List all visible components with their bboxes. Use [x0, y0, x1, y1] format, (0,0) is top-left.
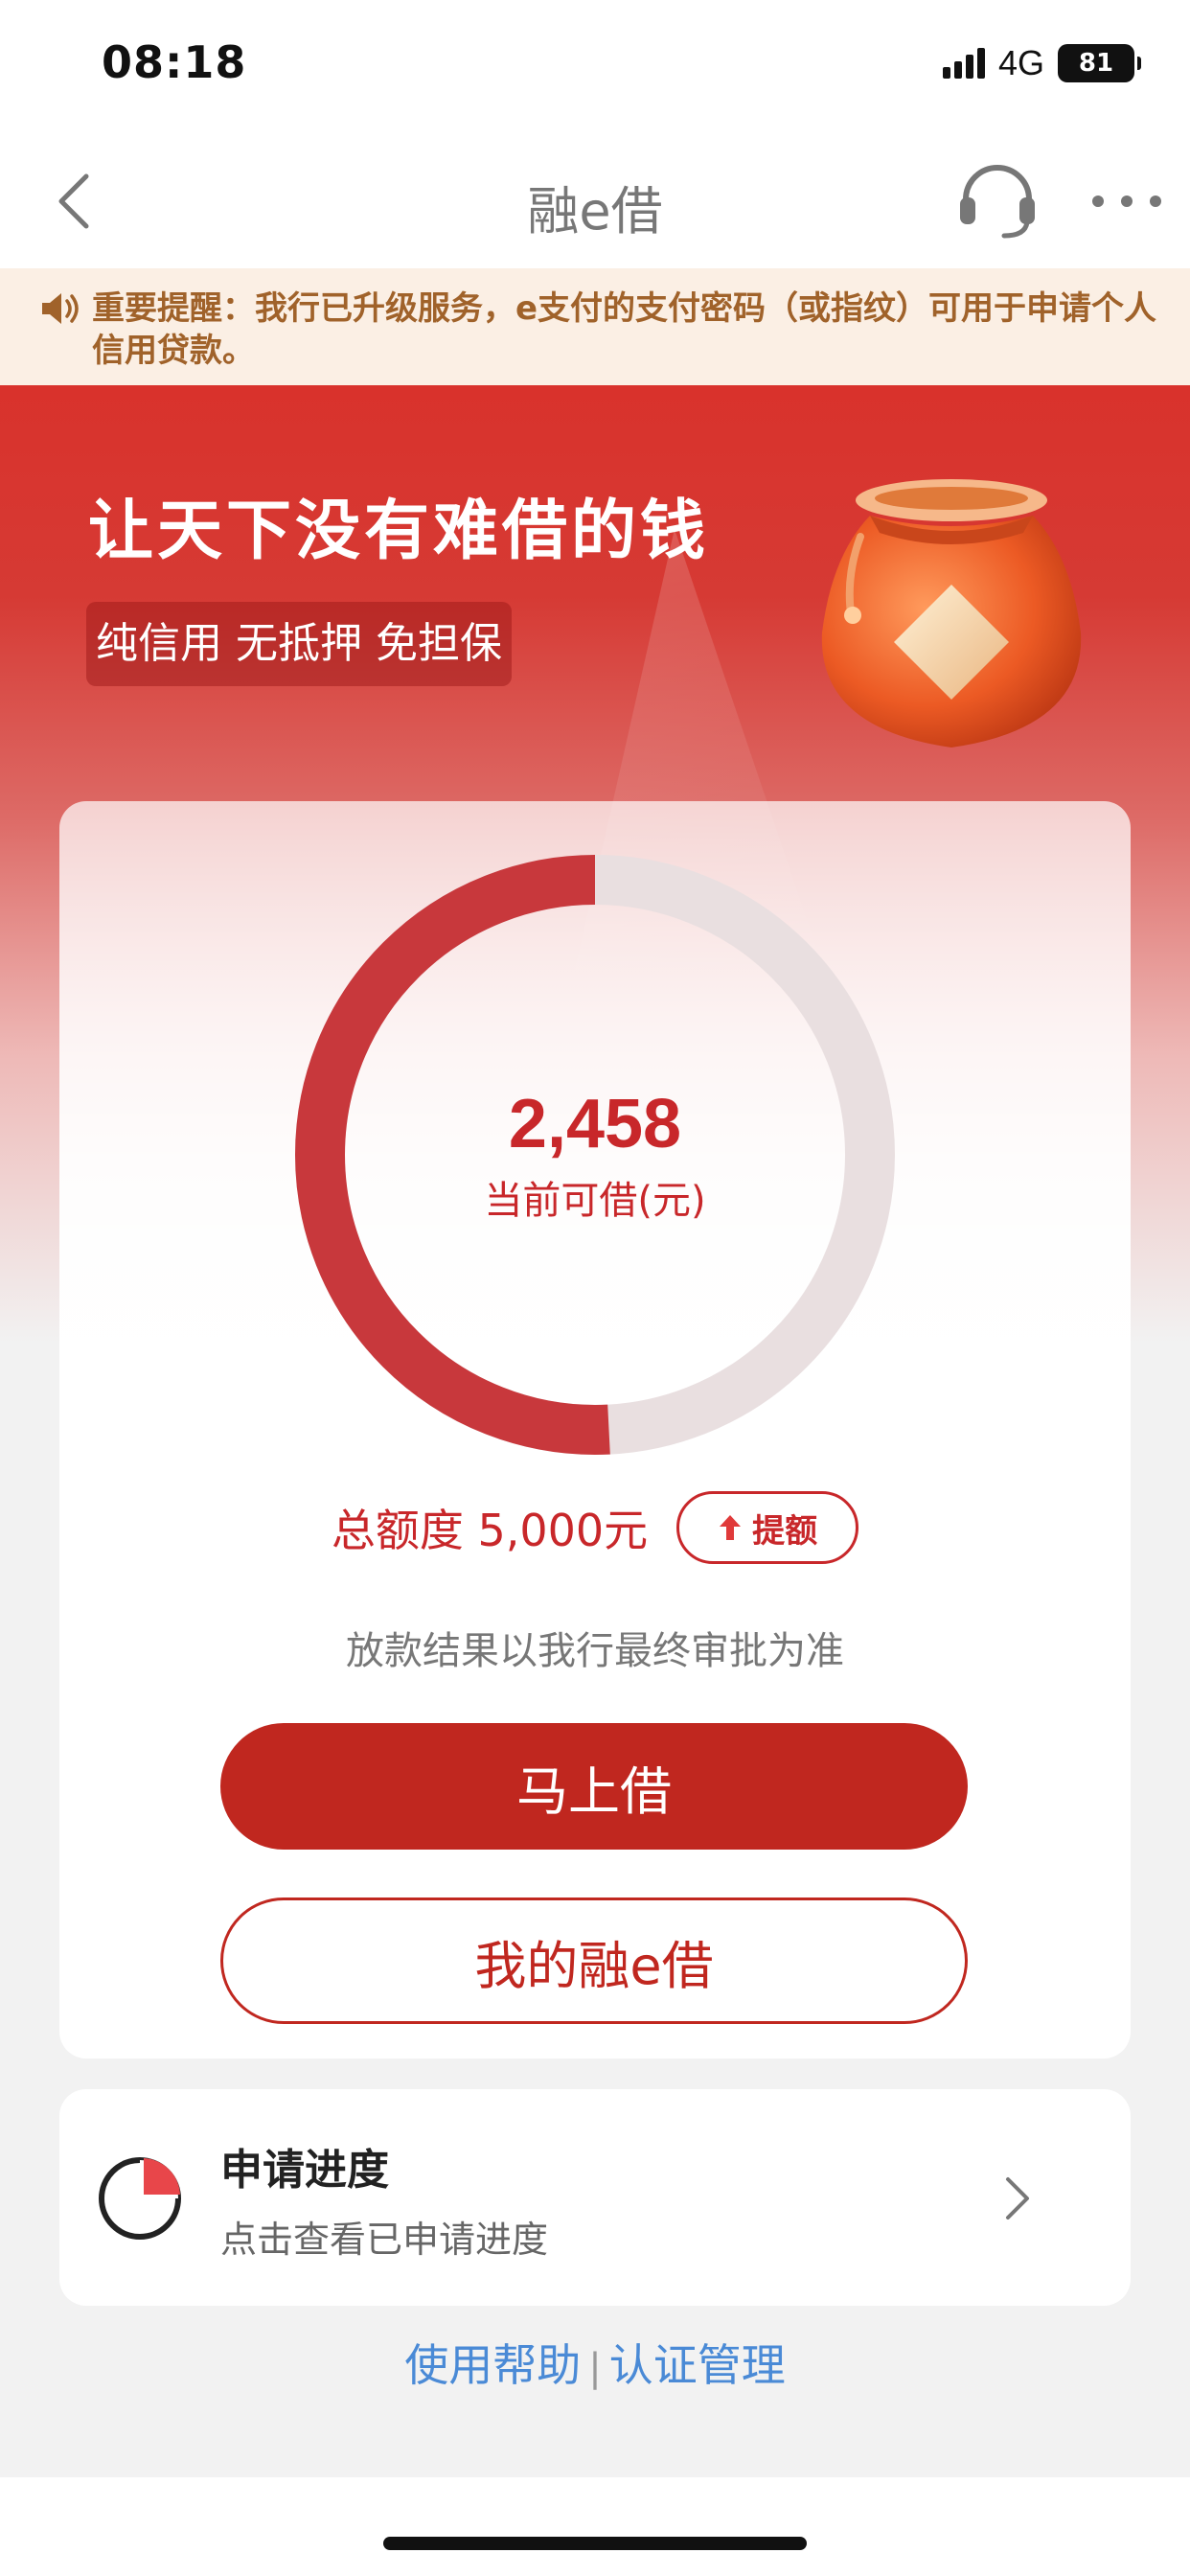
more-options-icon[interactable] — [1092, 176, 1161, 226]
progress-title: 申请进度 — [220, 2146, 389, 2195]
progress-subtitle: 点击查看已申请进度 — [220, 2219, 549, 2261]
hero-tags: 纯信用 无抵押 免担保 — [86, 602, 512, 686]
borrow-now-button[interactable]: 马上借 — [220, 1723, 968, 1850]
help-link[interactable]: 使用帮助 — [404, 2339, 581, 2391]
credit-card: 2,458 当前可借(元) 总额度 5,000元 提额 放款结果以我行最终审批为… — [59, 801, 1131, 2058]
raise-limit-button[interactable]: 提额 — [676, 1491, 859, 1564]
bottom-safe-area — [0, 2477, 1190, 2576]
customer-service-icon[interactable] — [954, 161, 1041, 242]
speaker-icon — [42, 293, 79, 324]
status-time: 08:18 — [102, 36, 247, 88]
link-separator: | — [588, 2346, 602, 2390]
available-amount: 2,458 — [508, 1086, 682, 1162]
application-progress-card[interactable]: 申请进度 点击查看已申请进度 — [59, 2089, 1131, 2306]
signal-icon — [942, 48, 985, 79]
network-type: 4G — [997, 43, 1044, 82]
hero-slogan: 让天下没有难借的钱 — [88, 494, 710, 569]
raise-limit-label: 提额 — [752, 1511, 818, 1551]
notice-text: 重要提醒：我行已升级服务，e支付的支付密码（或指纹）可用于申请个人信用贷款。 — [92, 289, 1157, 370]
battery-icon: 81 — [1058, 44, 1141, 82]
arrow-up-icon — [720, 1515, 742, 1540]
total-quota: 总额度 5,000元 — [331, 1505, 649, 1556]
home-indicator — [383, 2537, 807, 2550]
my-loan-button[interactable]: 我的融e借 — [220, 1898, 968, 2024]
notice-banner[interactable]: 重要提醒：我行已升级服务，e支付的支付密码（或指纹）可用于申请个人信用贷款。 — [0, 268, 1190, 385]
nav-bar: 融e借 — [0, 134, 1190, 268]
money-bag-icon — [821, 479, 1082, 748]
auth-management-link[interactable]: 认证管理 — [609, 2339, 786, 2391]
status-indicators: 4G 81 — [942, 42, 1141, 84]
status-bar: 08:18 4G 81 — [0, 0, 1190, 134]
available-label: 当前可借(元) — [484, 1179, 706, 1223]
footer-links: 使用帮助 | 认证管理 — [0, 2331, 1190, 2394]
ring-center: 2,458 当前可借(元) — [295, 855, 895, 1455]
approval-disclaimer: 放款结果以我行最终审批为准 — [346, 1629, 844, 1673]
battery-level: 81 — [1078, 49, 1114, 78]
progress-pie-icon — [99, 2157, 181, 2240]
chevron-right-icon — [1006, 2177, 1029, 2220]
quota-row: 总额度 5,000元 提额 — [59, 1491, 1131, 1564]
